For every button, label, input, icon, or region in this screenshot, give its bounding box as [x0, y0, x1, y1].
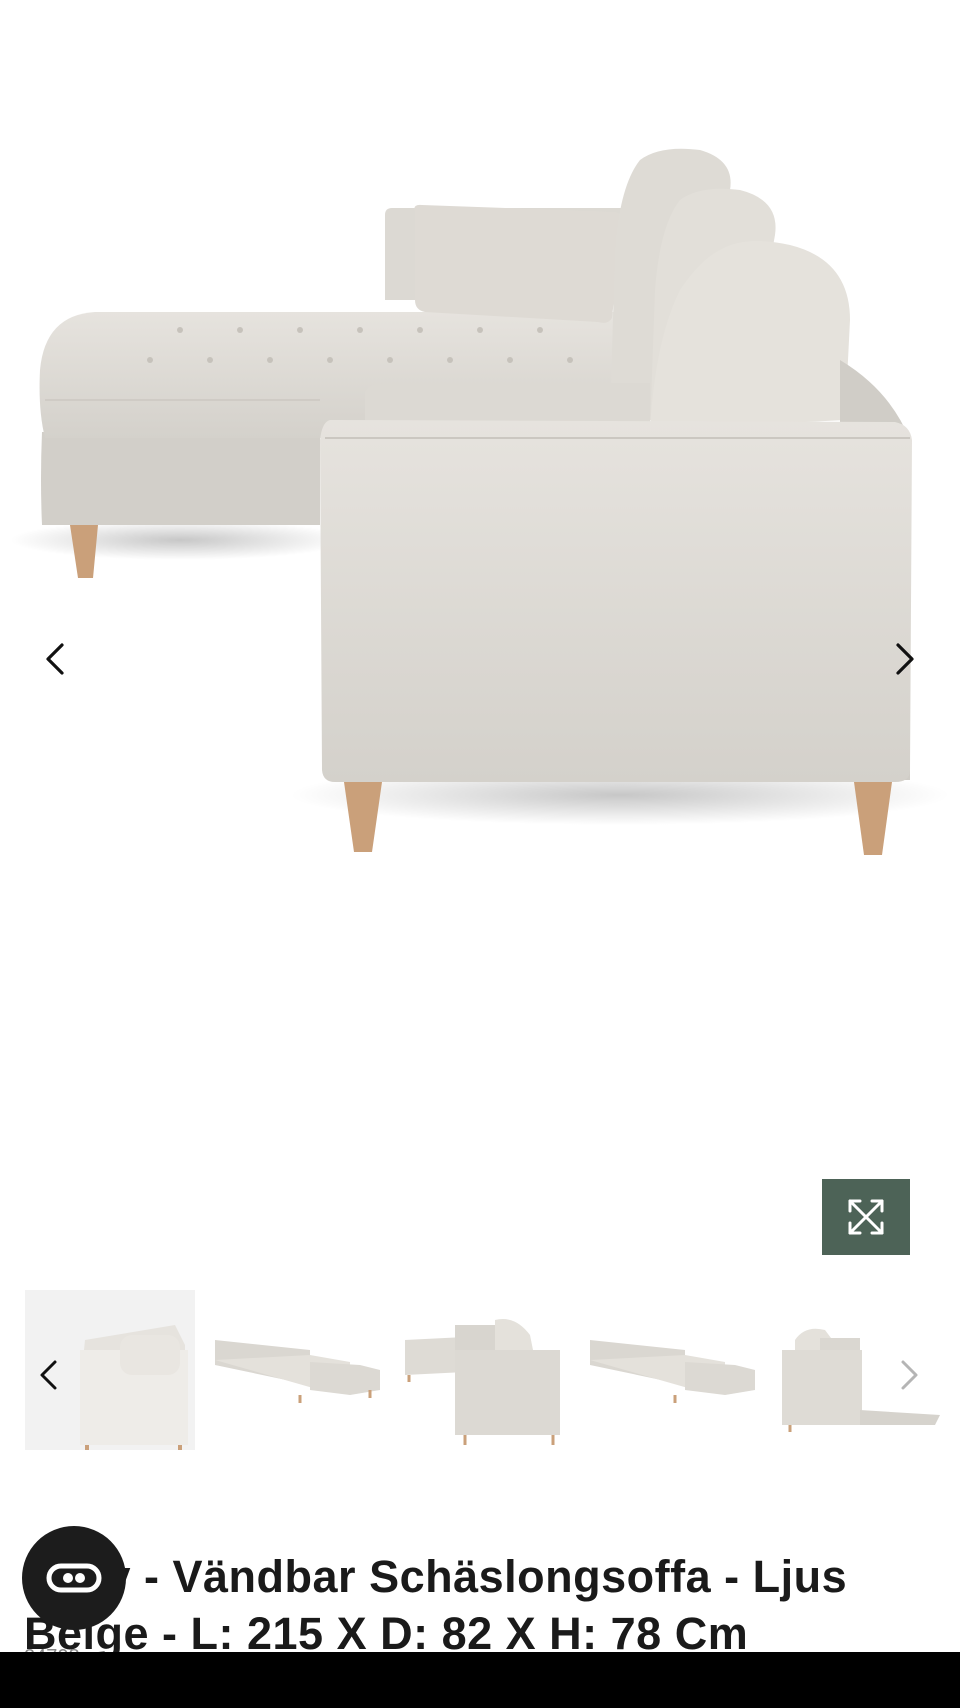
gallery-prev-button[interactable] [30, 634, 80, 684]
fullscreen-button[interactable] [822, 1179, 910, 1255]
chevron-right-icon [896, 643, 914, 675]
thumbnail-prev-button[interactable] [28, 1355, 68, 1395]
thumbnail-4[interactable] [585, 1290, 755, 1450]
reader-mode-button[interactable] [22, 1526, 126, 1630]
expand-icon [848, 1199, 884, 1235]
thumbnail-next-button[interactable] [890, 1355, 930, 1395]
thumbnail-3[interactable] [395, 1290, 565, 1450]
sofa-main-image[interactable] [0, 0, 960, 1000]
system-navigation-bar [0, 1652, 960, 1708]
chevron-left-icon [40, 1360, 57, 1390]
product-title: Lucy - Vändbar Schäslongsoffa - Ljus Bei… [24, 1551, 848, 1660]
gallery-next-button[interactable] [880, 634, 930, 684]
glasses-icon [46, 1563, 102, 1593]
product-gallery [0, 0, 960, 1280]
chevron-left-icon [46, 643, 64, 675]
thumbnail-2[interactable] [210, 1290, 380, 1450]
chevron-right-icon [901, 1360, 918, 1390]
product-page: Lucy - Vändbar Schäslongsoffa - Ljus Bei… [0, 0, 960, 1708]
thumbnail-strip [0, 1290, 960, 1450]
